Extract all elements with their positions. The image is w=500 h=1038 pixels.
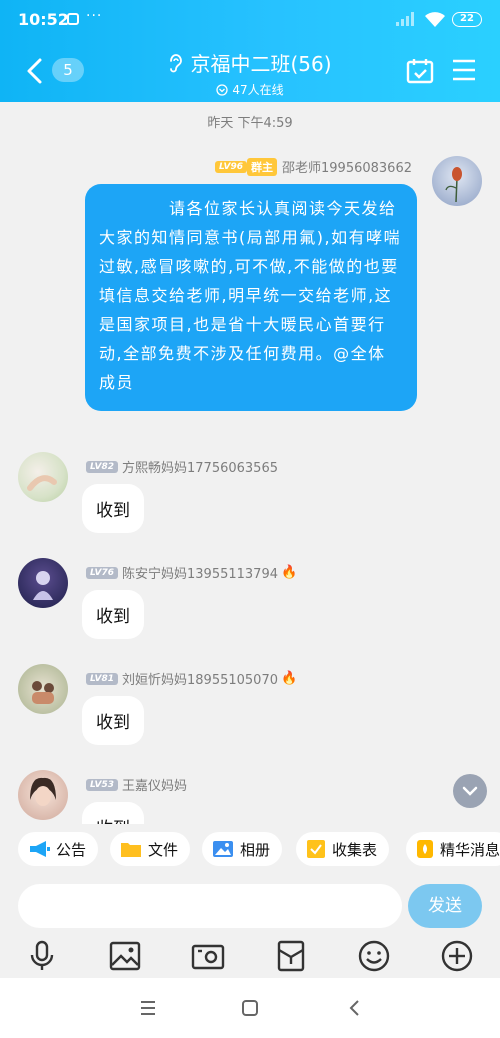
recents-menu-icon[interactable] (136, 996, 160, 1020)
form-icon (307, 840, 325, 858)
app-notification-icon (67, 13, 79, 25)
system-nav-bar (0, 978, 500, 1038)
chip-label: 收集表 (332, 840, 378, 859)
avatar[interactable] (18, 558, 68, 608)
microphone-icon[interactable] (24, 938, 60, 974)
fire-icon: 🔥 (280, 565, 298, 580)
sender-info: LV53 王嘉仪妈妈 (86, 774, 187, 794)
calendar-check-icon[interactable] (406, 58, 434, 84)
quick-files-button[interactable]: 文件 (110, 832, 191, 866)
camera-icon[interactable] (190, 938, 226, 974)
sender-info: LV82 方熙畅妈妈17756063565 (86, 456, 278, 476)
chat-header: 5 京福中二班(56) 47人在线 (0, 40, 500, 102)
chip-label: 精华消息 (440, 840, 500, 859)
sender-info: LV81 刘姮忻妈妈18955105070 🔥 (86, 668, 297, 688)
level-badge: LV53 (86, 778, 118, 791)
signal-icon (396, 12, 414, 26)
home-square-icon[interactable] (238, 996, 262, 1020)
message-bubble[interactable]: 收到 (82, 802, 144, 824)
emoji-icon[interactable] (356, 938, 392, 974)
battery-indicator: 22 (452, 12, 482, 27)
message-timestamp: 昨天 下午4:59 (207, 116, 293, 131)
sender-name: 陈安宁妈妈13955113794 (122, 567, 278, 582)
chevron-down-icon (462, 786, 478, 796)
message-bubble[interactable]: 收到 (82, 484, 144, 533)
quick-essence-button[interactable]: 精华消息 (406, 832, 500, 866)
back-nav-icon[interactable] (343, 996, 367, 1020)
family-avatar-icon (32, 681, 54, 704)
sender-name: 刘姮忻妈妈18955105070 (122, 673, 278, 688)
online-status: 47人在线 (130, 81, 370, 98)
wifi-icon (425, 12, 445, 27)
portrait-avatar-icon (30, 777, 56, 806)
status-time: 10:52 (18, 10, 69, 29)
composer: 发送 (0, 874, 500, 936)
composer-toolbar (0, 936, 500, 978)
chip-label: 相册 (240, 840, 271, 859)
fire-icon: 🔥 (280, 671, 298, 686)
send-button[interactable]: 发送 (408, 884, 482, 928)
sender-name: 方熙畅妈妈17756063565 (122, 461, 278, 476)
folder-icon (121, 843, 141, 857)
quick-album-button[interactable]: 相册 (202, 832, 283, 866)
group-title: 京福中二班(56) (190, 52, 332, 76)
level-badge: LV82 (86, 460, 118, 473)
avatar[interactable] (432, 156, 482, 206)
online-check-icon (216, 83, 229, 96)
megaphone-icon (30, 841, 50, 857)
chat-area[interactable]: 昨天 下午4:59 LV96 群主 邵老师19956083662 请各位家长认真阅读… (0, 102, 500, 824)
group-title-area[interactable]: 京福中二班(56) 47人在线 (130, 48, 370, 98)
unread-count-badge[interactable]: 5 (52, 58, 84, 82)
level-badge: LV96 (215, 160, 248, 173)
level-badge: LV76 (86, 566, 118, 579)
menu-icon[interactable] (452, 59, 476, 81)
chip-label: 文件 (148, 840, 179, 859)
top-bar: 10:52 ··· 22 5 京福中二班(56) 47人在线 (0, 0, 500, 102)
back-arrow-icon[interactable] (22, 56, 48, 86)
level-badge: LV81 (86, 672, 118, 685)
quick-announcement-button[interactable]: 公告 (18, 832, 99, 866)
anime-avatar-icon (33, 571, 53, 600)
avatar[interactable] (18, 664, 68, 714)
plus-icon[interactable] (439, 938, 475, 974)
essence-icon (417, 840, 433, 858)
chip-label: 公告 (56, 840, 87, 859)
owner-badge: 群主 (247, 157, 278, 176)
sender-info: LV96 群主 邵老师19956083662 (215, 156, 412, 176)
flower-avatar-icon (445, 167, 462, 203)
hands-avatar-icon (27, 475, 57, 491)
status-more: ··· (86, 8, 103, 24)
scroll-to-bottom-button[interactable] (453, 774, 487, 808)
sender-name: 邵老师19956083662 (282, 161, 412, 176)
message-bubble[interactable]: 收到 (82, 590, 144, 639)
message-text: 请各位家长认真阅读今天发给大家的知情同意书(局部用氟),如有哮喘过敏,感冒咳嗽的… (99, 199, 402, 392)
avatar[interactable] (18, 452, 68, 502)
photo-icon (213, 841, 233, 857)
message-bubble[interactable]: 收到 (82, 696, 144, 745)
sender-info: LV76 陈安宁妈妈13955113794 🔥 (86, 562, 297, 582)
message-bubble-own[interactable]: 请各位家长认真阅读今天发给大家的知情同意书(局部用氟),如有哮喘过敏,感冒咳嗽的… (85, 184, 417, 411)
image-icon[interactable] (107, 938, 143, 974)
sender-name: 王嘉仪妈妈 (122, 779, 188, 794)
red-packet-icon[interactable] (273, 938, 309, 974)
message-input[interactable] (18, 884, 402, 928)
ear-icon (170, 53, 183, 72)
quick-action-bar: 公告 文件 相册 收集表 精华消息 (0, 824, 500, 874)
status-bar: 10:52 ··· 22 (0, 0, 500, 40)
quick-collect-form-button[interactable]: 收集表 (296, 832, 390, 866)
avatar[interactable] (18, 770, 68, 820)
online-count: 47人在线 (232, 83, 284, 97)
